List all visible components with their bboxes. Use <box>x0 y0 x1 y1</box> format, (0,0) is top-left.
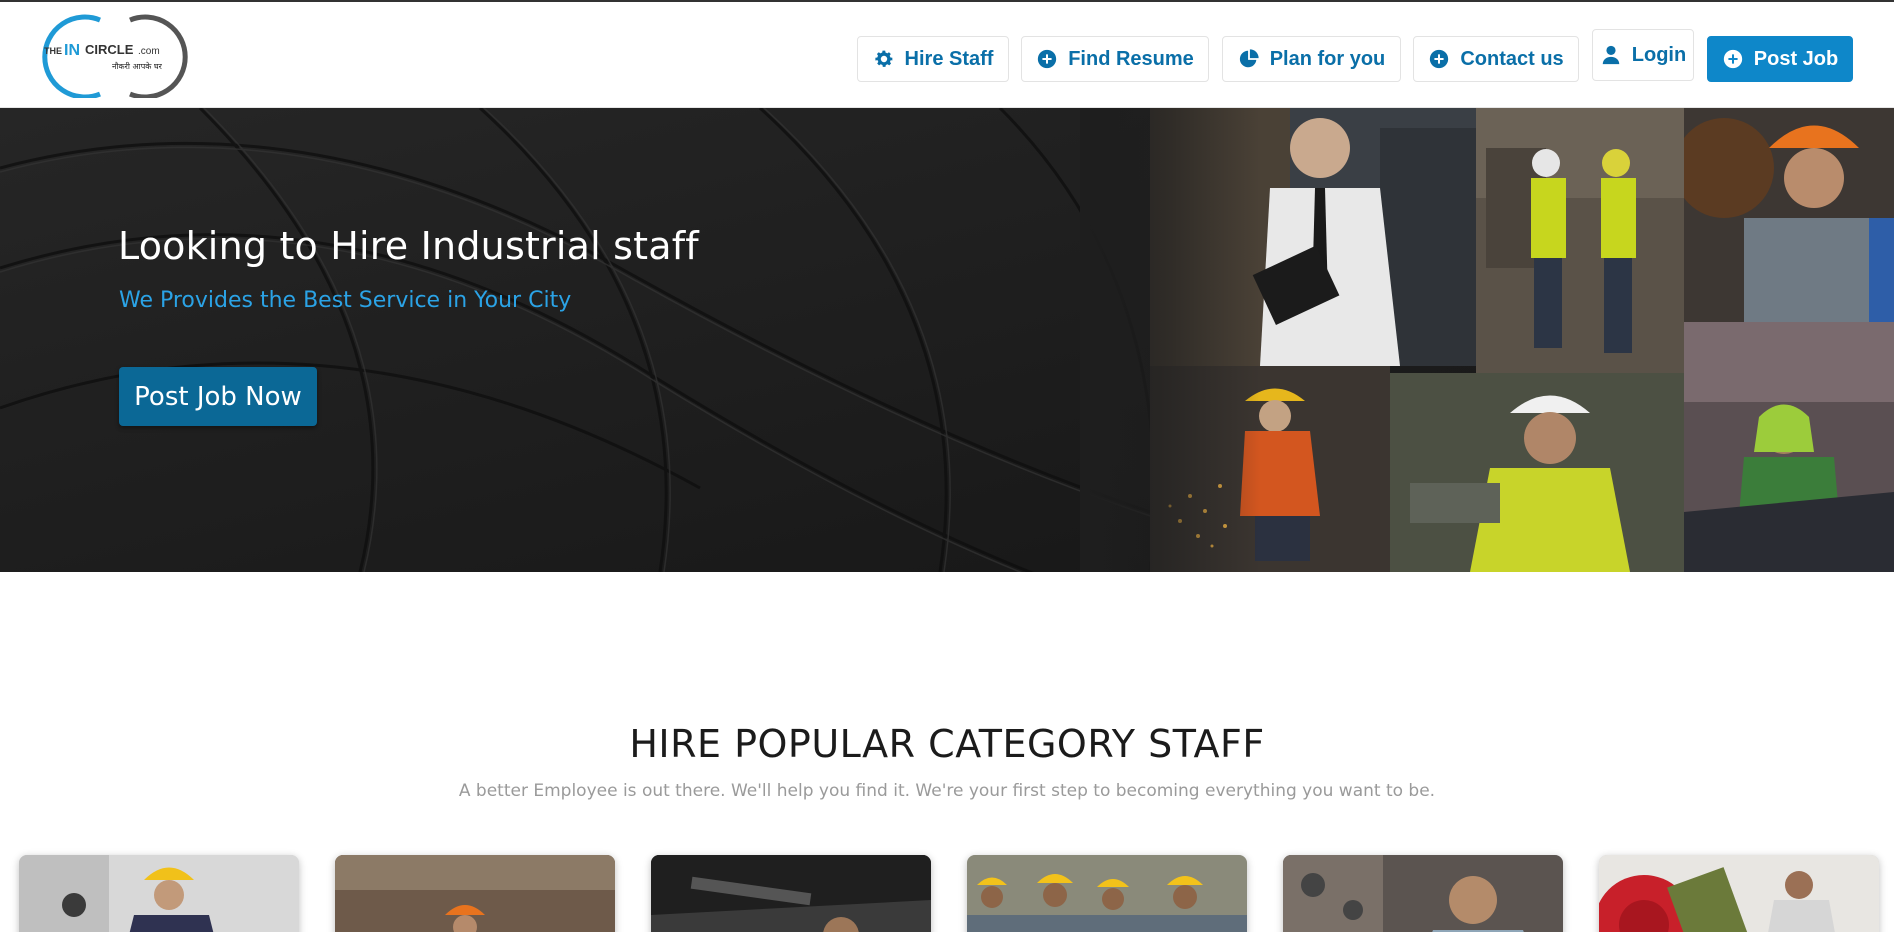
contact-us-label: Contact us <box>1460 47 1564 70</box>
hero-subtitle: We Provides the Best Service in Your Cit… <box>119 288 572 313</box>
post-job-button[interactable]: Post Job <box>1707 36 1853 82</box>
photo-worker-orange-helmet <box>1684 108 1894 322</box>
category-card-image <box>19 855 299 932</box>
plus-circle-icon <box>1722 48 1744 70</box>
plan-for-you-button[interactable]: Plan for you <box>1222 36 1401 82</box>
category-card-image <box>335 855 615 932</box>
svg-text:CIRCLE: CIRCLE <box>85 42 134 57</box>
svg-text:THE: THE <box>44 46 62 56</box>
hire-staff-button[interactable]: Hire Staff <box>857 36 1009 82</box>
site-header: THE IN CIRCLE .com नौकरी आपके घर Hire St… <box>0 2 1894 108</box>
plan-for-you-label: Plan for you <box>1269 47 1386 70</box>
category-card[interactable] <box>335 855 615 932</box>
hero-photo-collage <box>1150 108 1894 572</box>
post-job-label: Post Job <box>1753 47 1839 70</box>
category-card-image <box>1599 855 1879 932</box>
svg-text:IN: IN <box>64 42 80 59</box>
category-card-image <box>1283 855 1563 932</box>
section-title: HIRE POPULAR CATEGORY STAFF <box>629 722 1265 766</box>
gear-icon <box>873 48 895 70</box>
login-button[interactable]: Login <box>1592 29 1694 81</box>
contact-us-button[interactable]: Contact us <box>1413 36 1579 82</box>
login-label: Login <box>1631 43 1687 66</box>
site-logo[interactable]: THE IN CIRCLE .com नौकरी आपके घर <box>38 14 194 98</box>
collage-fade-overlay <box>1080 108 1260 572</box>
hero-banner: Looking to Hire Industrial staff We Prov… <box>0 108 1894 572</box>
category-card[interactable] <box>967 855 1247 932</box>
plus-circle-icon <box>1036 48 1058 70</box>
category-card[interactable] <box>19 855 299 932</box>
section-subtitle: A better Employee is out there. We'll he… <box>458 781 1436 801</box>
find-resume-button[interactable]: Find Resume <box>1021 36 1209 82</box>
category-card[interactable] <box>1283 855 1563 932</box>
plus-circle-icon <box>1428 48 1450 70</box>
post-job-now-button[interactable]: Post Job Now <box>119 367 317 426</box>
user-icon <box>1600 44 1622 66</box>
svg-text:नौकरी आपके घर: नौकरी आपके घर <box>112 61 163 71</box>
category-card[interactable] <box>1599 855 1879 932</box>
category-card-image <box>651 855 931 932</box>
photo-worker-white-helmet <box>1390 373 1684 572</box>
hero-title: Looking to Hire Industrial staff <box>118 224 699 268</box>
hire-staff-label: Hire Staff <box>904 47 994 70</box>
find-resume-label: Find Resume <box>1068 47 1194 70</box>
pie-chart-icon <box>1238 48 1260 70</box>
logo-image: THE IN CIRCLE .com नौकरी आपके घर <box>42 14 188 98</box>
category-card-image <box>967 855 1247 932</box>
photo-warehouse-workers <box>1476 108 1684 373</box>
category-card[interactable] <box>651 855 931 932</box>
svg-text:.com: .com <box>138 46 160 57</box>
photo-garment-worker <box>1684 322 1894 572</box>
